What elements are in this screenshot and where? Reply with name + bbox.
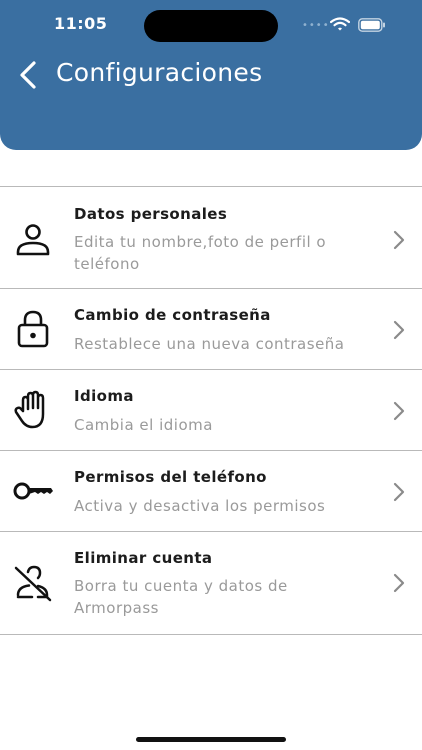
chevron-right-icon [393,573,405,593]
app-header: 11:05 •••• Configuraciones [0,0,422,150]
item-subtitle: Edita tu nombre,foto de perfil o teléfon… [74,233,327,273]
settings-item-delete-account[interactable]: Eliminar cuenta Borra tu cuenta y datos … [0,532,422,635]
home-indicator[interactable] [136,737,286,742]
chevron-right-icon [393,230,405,250]
settings-item-personal-data[interactable]: Datos personales Edita tu nombre,foto de… [0,186,422,289]
chevron-right-icon [393,320,405,340]
signal-dots-icon: •••• [302,20,330,31]
item-title: Datos personales [74,205,228,223]
page-title: Configuraciones [56,58,263,87]
key-icon [13,482,53,500]
person-icon [16,224,50,256]
chevron-right-icon [393,482,405,502]
lock-icon [17,310,49,348]
settings-list: Datos personales Edita tu nombre,foto de… [0,186,422,635]
item-subtitle: Borra tu cuenta y datos de Armorpass [74,577,288,617]
item-subtitle: Cambia el idioma [74,416,213,434]
chevron-right-icon [393,401,405,421]
battery-icon [358,18,385,32]
settings-item-change-password[interactable]: Cambio de contraseña Restablece una nuev… [0,289,422,370]
back-chevron-icon[interactable] [16,60,40,90]
status-time: 11:05 [54,14,108,33]
dynamic-island [144,10,278,42]
item-title: Cambio de contraseña [74,306,271,324]
item-title: Permisos del teléfono [74,468,267,486]
settings-item-phone-permissions[interactable]: Permisos del teléfono Activa y desactiva… [0,451,422,532]
item-title: Eliminar cuenta [74,549,213,567]
item-subtitle: Activa y desactiva los permisos [74,497,326,515]
item-title: Idioma [74,387,134,405]
item-subtitle: Restablece una nueva contraseña [74,335,345,353]
settings-item-language[interactable]: Idioma Cambia el idioma [0,370,422,451]
person-off-icon [14,565,52,602]
hand-icon [14,390,45,429]
wifi-icon [330,17,350,31]
